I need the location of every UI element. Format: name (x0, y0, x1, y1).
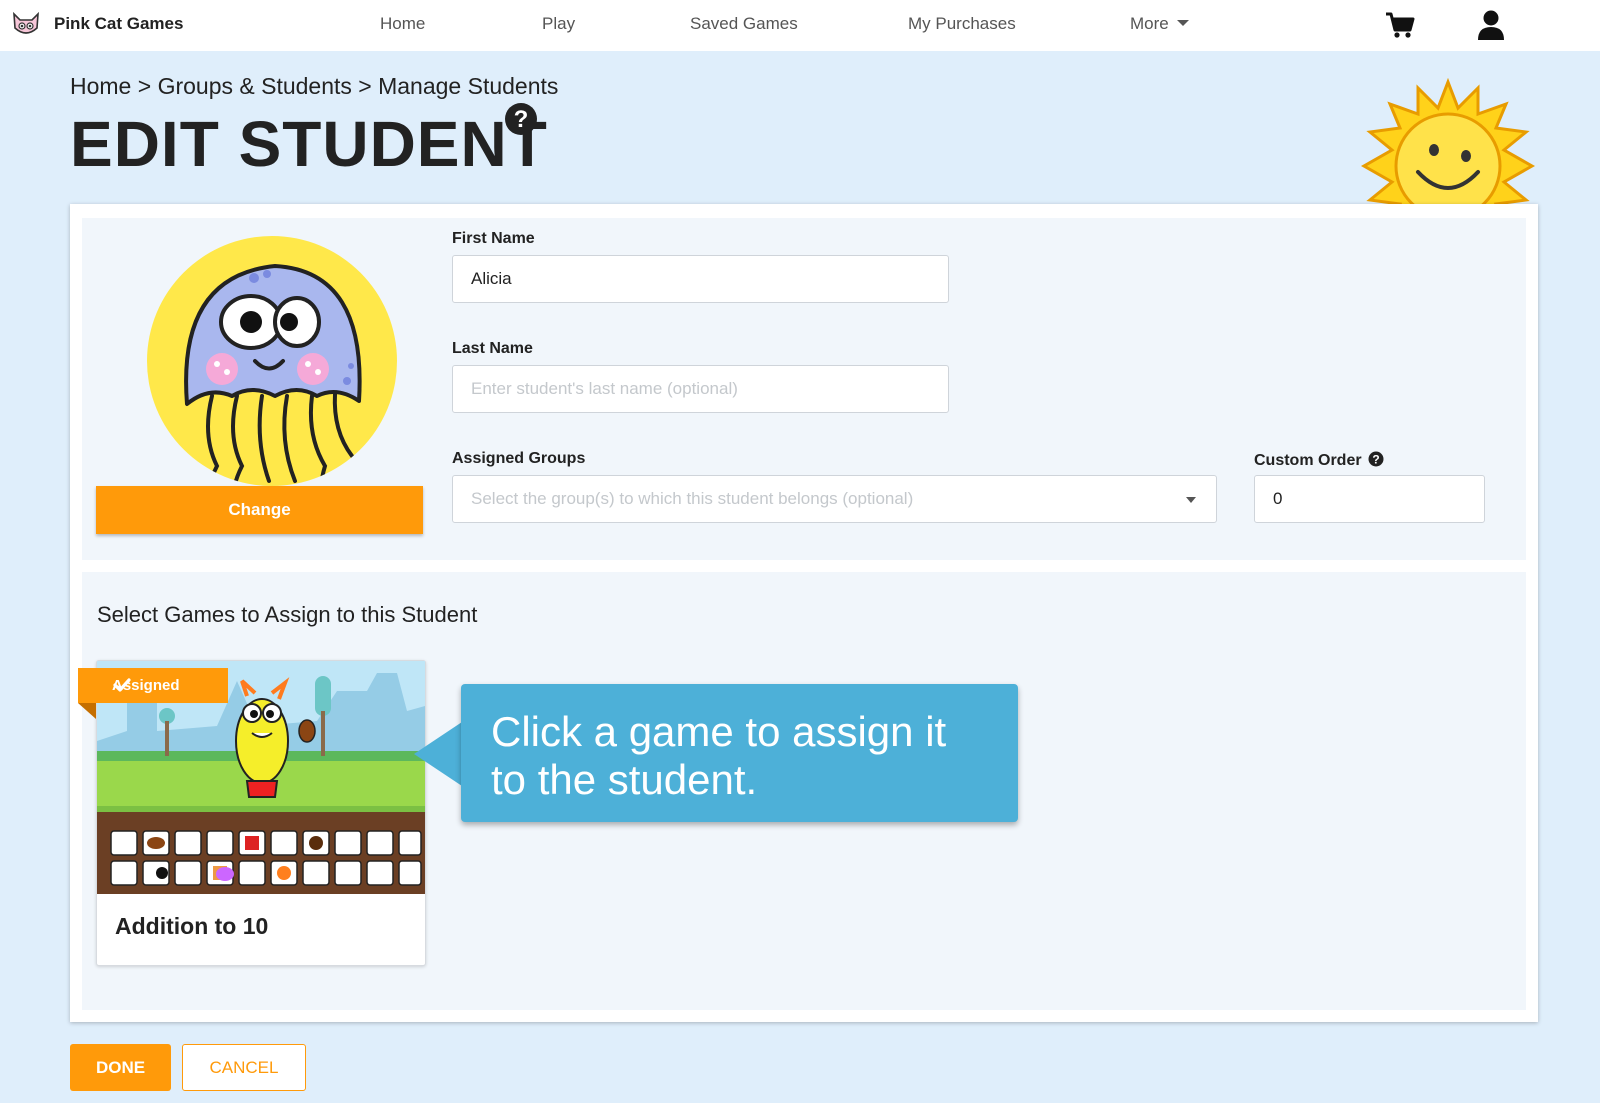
game-card[interactable]: Addition to 10 (96, 660, 426, 966)
assigned-badge: Assigned (78, 668, 228, 703)
tooltip-arrow (414, 722, 462, 786)
sun-decoration-icon (1360, 78, 1536, 204)
assigned-groups-label: Assigned Groups (452, 450, 586, 467)
cart-icon[interactable] (1385, 11, 1415, 39)
edit-student-card: Change First Name Alicia Last Name Enter… (70, 204, 1538, 1022)
svg-text:?: ? (514, 106, 529, 133)
svg-text:?: ? (1372, 453, 1379, 467)
change-avatar-button[interactable]: Change (96, 486, 423, 534)
nav-more[interactable]: More (1130, 14, 1189, 34)
custom-order-label: Custom Order? (1254, 451, 1384, 470)
section-heading: Select Games to Assign to this Student (97, 602, 478, 627)
nav-saved-games[interactable]: Saved Games (690, 14, 798, 34)
top-navbar: Pink Cat Games Home Play Saved Games My … (0, 0, 1600, 51)
help-tooltip: Click a game to assign it to the student… (461, 684, 1018, 822)
first-name-input[interactable]: Alicia (452, 255, 949, 303)
first-name-label: First Name (452, 230, 535, 247)
avatar[interactable] (147, 236, 397, 486)
chevron-down-icon (1186, 497, 1196, 503)
assigned-groups-select[interactable]: Select the group(s) to which this studen… (452, 475, 1217, 523)
user-icon[interactable] (1477, 10, 1505, 40)
nav-play[interactable]: Play (542, 14, 575, 34)
custom-order-input[interactable]: 0 (1254, 475, 1485, 523)
brand-name: Pink Cat Games (54, 14, 184, 33)
chevron-down-icon (1176, 20, 1189, 26)
help-icon[interactable]: ? (1368, 451, 1384, 467)
breadcrumb[interactable]: Home > Groups & Students > Manage Studen… (70, 73, 558, 100)
help-icon[interactable]: ? (504, 102, 538, 136)
last-name-label: Last Name (452, 340, 533, 357)
nav-more-label: More (1130, 14, 1169, 33)
jellyfish-avatar-icon (184, 264, 362, 486)
nav-home[interactable]: Home (380, 14, 425, 34)
last-name-placeholder: Enter student's last name (optional) (471, 379, 738, 398)
cancel-button[interactable]: CANCEL (182, 1044, 306, 1091)
game-title: Addition to 10 (115, 913, 269, 939)
ribbon-fold (78, 703, 96, 719)
first-name-value: Alicia (471, 269, 512, 288)
student-details-panel: Change First Name Alicia Last Name Enter… (82, 218, 1526, 560)
last-name-input[interactable]: Enter student's last name (optional) (452, 365, 949, 413)
assigned-groups-placeholder: Select the group(s) to which this studen… (471, 489, 914, 508)
pink-cat-logo-icon (13, 11, 39, 34)
check-icon (113, 678, 131, 692)
page-title: EDIT STUDENT (70, 108, 548, 180)
nav-my-purchases[interactable]: My Purchases (908, 14, 1016, 34)
custom-order-value: 0 (1273, 489, 1283, 508)
custom-order-label-text: Custom Order (1254, 452, 1362, 469)
brand-link[interactable]: Pink Cat Games (10, 8, 183, 40)
done-button[interactable]: DONE (70, 1044, 171, 1091)
